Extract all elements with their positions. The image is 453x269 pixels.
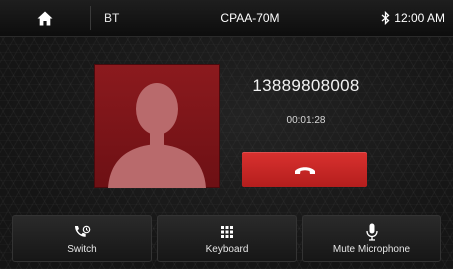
bluetooth-icon [381, 11, 390, 25]
keyboard-label: Keyboard [205, 243, 249, 255]
mute-microphone-button[interactable]: Mute Microphone [302, 215, 441, 262]
person-silhouette-icon [108, 83, 206, 188]
device-name: CPAA-70M [220, 11, 280, 25]
caller-number: 13889808008 [252, 76, 360, 95]
switch-label: Switch [67, 243, 97, 255]
phone-switch-icon [75, 225, 91, 237]
mute-microphone-label: Mute Microphone [332, 243, 411, 255]
keyboard-button[interactable]: Keyboard [157, 215, 297, 262]
keypad-icon [221, 225, 233, 238]
home-icon [37, 11, 53, 25]
microphone-icon [365, 223, 378, 241]
top-bar: BT CPAA-70M 12:00 AM [0, 0, 453, 37]
call-duration: 00:01:28 [286, 115, 326, 126]
bt-section-label: BT [104, 11, 120, 25]
home-button[interactable] [0, 0, 90, 36]
call-screen: BT CPAA-70M 12:00 AM 13889808008 00:01:2… [0, 0, 453, 269]
hangup-button[interactable] [242, 152, 367, 187]
switch-button[interactable]: Switch [12, 215, 152, 262]
topbar-divider [90, 6, 91, 30]
phone-hangup-icon [294, 166, 315, 174]
clock: 12:00 AM [394, 11, 445, 25]
status-area: 12:00 AM [381, 0, 445, 36]
contact-avatar [94, 64, 220, 188]
